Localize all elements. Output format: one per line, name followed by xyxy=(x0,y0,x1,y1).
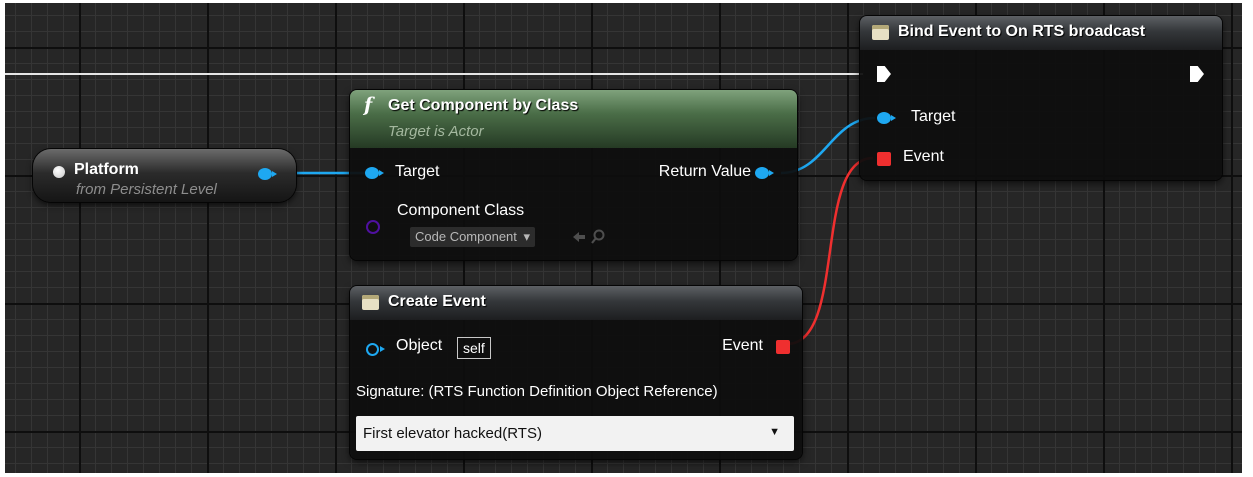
component-class-pin[interactable] xyxy=(366,220,380,234)
function-icon: f xyxy=(364,94,373,116)
variable-subtitle: from Persistent Level xyxy=(76,181,217,198)
platform-output-pin[interactable] xyxy=(258,168,277,180)
variable-dot-icon xyxy=(53,166,65,178)
variable-title: Platform xyxy=(74,161,139,178)
exec-output-pin[interactable] xyxy=(1190,66,1204,82)
event-icon xyxy=(362,295,379,310)
platform-variable-node[interactable]: Platform from Persistent Level xyxy=(33,149,296,202)
bind-event-node[interactable]: Bind Event to On RTS broadcast Target Ev… xyxy=(860,16,1222,180)
event-output-pin[interactable] xyxy=(776,340,790,354)
component-class-pin-label: Component Class xyxy=(397,202,525,219)
object-default-self[interactable]: self xyxy=(457,337,491,359)
target-pin-label: Target xyxy=(395,163,440,180)
node-title: Get Component by Class xyxy=(388,97,579,114)
node-header: Create Event xyxy=(350,286,802,320)
event-input-pin[interactable] xyxy=(877,152,891,166)
node-header: Bind Event to On RTS broadcast xyxy=(860,16,1222,50)
event-pin-label: Event xyxy=(722,337,763,354)
component-class-select[interactable]: Code Component ▾ xyxy=(410,227,536,247)
browse-icon[interactable] xyxy=(571,230,587,244)
selected-function-value: First elevator hacked(RTS) xyxy=(363,425,542,442)
node-header: f Get Component by Class Target is Actor xyxy=(350,90,797,148)
return-value-pin-label: Return Value xyxy=(658,163,751,180)
dropdown-arrow-icon: ▼ xyxy=(769,426,780,438)
target-input-pin[interactable] xyxy=(365,167,384,179)
node-subtitle: Target is Actor xyxy=(388,123,484,140)
node-title: Bind Event to On RTS broadcast xyxy=(898,23,1146,40)
function-select-dropdown[interactable]: First elevator hacked(RTS) ▼ xyxy=(356,416,794,451)
return-value-output-pin[interactable] xyxy=(755,167,774,179)
blueprint-graph-canvas[interactable]: Platform from Persistent Level f Get Com… xyxy=(5,3,1242,473)
event-icon xyxy=(872,25,889,40)
create-event-node[interactable]: Create Event Object self Event Signature… xyxy=(350,286,802,459)
search-icon[interactable] xyxy=(590,229,606,245)
chevron-down-icon: ▾ xyxy=(523,229,531,244)
event-pin-label: Event xyxy=(903,148,944,165)
get-component-by-class-node[interactable]: f Get Component by Class Target is Actor… xyxy=(350,90,797,260)
target-input-pin[interactable] xyxy=(877,112,896,124)
component-class-value: Code Component xyxy=(415,229,517,244)
exec-input-pin[interactable] xyxy=(877,66,891,82)
node-title: Create Event xyxy=(388,293,486,310)
target-pin-label: Target xyxy=(911,108,956,125)
object-pin-label: Object xyxy=(396,337,443,354)
object-input-pin[interactable] xyxy=(366,343,385,356)
signature-label: Signature: (RTS Function Definition Obje… xyxy=(356,383,718,400)
